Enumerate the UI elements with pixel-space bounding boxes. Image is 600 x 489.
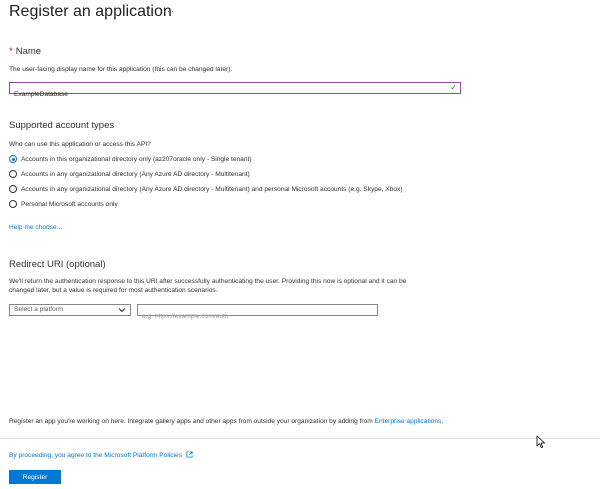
enterprise-apps-note: Register an app you're working on here. … <box>9 418 443 425</box>
platform-select-value: Select a platform <box>14 306 64 313</box>
help-me-choose-link[interactable]: Help me choose... <box>9 224 62 231</box>
enterprise-applications-link[interactable]: Enterprise applications <box>375 418 442 425</box>
enterprise-apps-note-end: . <box>441 418 444 425</box>
redirect-uri-title: Redirect URI (optional) <box>9 259 106 270</box>
account-types-question: Who can use this application or access t… <box>9 141 151 148</box>
radio-button[interactable] <box>9 185 17 193</box>
account-option-single-tenant[interactable]: Accounts in this organizational director… <box>9 154 252 164</box>
page-title: Register an application <box>9 3 172 20</box>
name-input[interactable] <box>10 89 448 100</box>
mouse-cursor-icon <box>536 435 545 448</box>
name-label: * Name <box>9 46 41 57</box>
account-option-label: Accounts in any organizational directory… <box>21 185 403 193</box>
radio-button[interactable] <box>9 170 17 178</box>
account-option-multitenant[interactable]: Accounts in any organizational directory… <box>9 169 250 179</box>
platform-policies-link[interactable]: By proceeding, you agree to the Microsof… <box>9 451 193 459</box>
external-link-icon <box>186 451 193 458</box>
redirect-description-line1: We'll return the authentication response… <box>9 278 407 285</box>
more-options-icon[interactable]: ··· <box>163 6 175 16</box>
radio-button-selected[interactable] <box>9 155 17 163</box>
account-types-title: Supported account types <box>9 120 115 131</box>
platform-policies-text: By proceeding, you agree to the Microsof… <box>9 452 182 459</box>
name-help-text: The user-facing display name for this ap… <box>9 66 233 73</box>
account-option-personal-only[interactable]: Personal Microsoft accounts only <box>9 199 118 209</box>
redirect-description-line2: changed later, but a value is required f… <box>9 287 218 294</box>
register-button[interactable]: Register <box>9 470 61 484</box>
radio-button[interactable] <box>9 200 17 208</box>
account-option-multitenant-personal[interactable]: Accounts in any organizational directory… <box>9 184 403 194</box>
chevron-down-icon <box>118 308 126 313</box>
required-indicator: * <box>9 46 13 57</box>
account-option-label: Accounts in this organizational director… <box>21 155 252 163</box>
account-option-label: Personal Microsoft accounts only <box>21 200 118 208</box>
name-field: ✓ <box>9 82 461 100</box>
account-option-label: Accounts in any organizational directory… <box>21 170 250 178</box>
checkmark-icon: ✓ <box>450 83 457 92</box>
name-label-text: Name <box>15 46 42 57</box>
enterprise-apps-note-text: Register an app you're working on here. … <box>9 418 375 425</box>
redirect-uri-input[interactable] <box>138 311 378 322</box>
redirect-uri-field <box>137 304 378 322</box>
footer-divider <box>0 438 600 439</box>
platform-select[interactable]: Select a platform <box>9 304 131 316</box>
